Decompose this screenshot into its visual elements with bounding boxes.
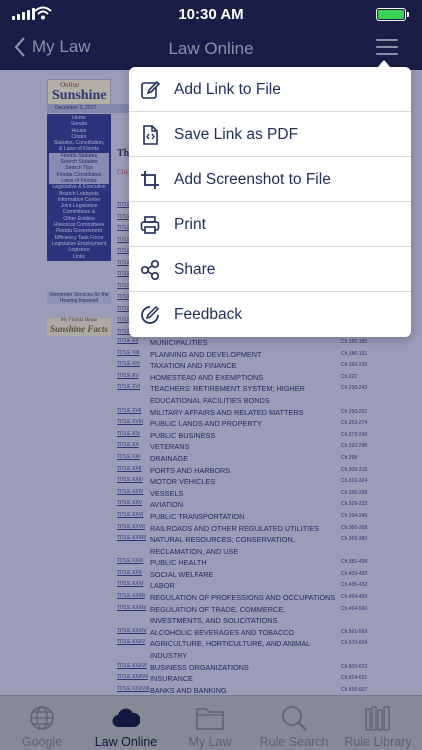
tab-label: Google Scholar <box>21 735 63 750</box>
tab-rule-search[interactable]: Rule Search <box>252 696 336 750</box>
tab-law-online[interactable]: Law Online <box>84 696 168 750</box>
menu-item-save-pdf[interactable]: Save Link as PDF <box>129 112 411 157</box>
magnifier-icon <box>282 706 307 731</box>
navigation-bar: My Law Law Online <box>0 30 422 70</box>
menu-item-add-link[interactable]: Add Link to File <box>129 67 411 112</box>
printer-icon <box>140 216 160 234</box>
menu-item-print[interactable]: Print <box>129 202 411 247</box>
globe-icon <box>30 706 54 730</box>
tab-label: Rule Search <box>259 735 329 749</box>
crop-icon <box>141 171 159 189</box>
share-icon <box>140 260 159 280</box>
tab-label: Rule Library <box>344 735 412 749</box>
menu-item-add-screenshot[interactable]: Add Screenshot to File <box>129 157 411 202</box>
menu-item-label: Add Screenshot to File <box>174 171 331 188</box>
menu-item-label: Print <box>174 216 206 233</box>
hamburger-menu-button[interactable] <box>376 39 398 57</box>
page-title: Law Online <box>168 39 254 58</box>
status-bar: 10:30 AM <box>0 0 422 30</box>
tab-bar: Google Scholar Law Online My Law Rule Se… <box>0 695 422 750</box>
menu-item-label: Add Link to File <box>174 81 281 98</box>
feedback-icon <box>141 305 160 324</box>
menu-item-share[interactable]: Share <box>129 247 411 292</box>
tab-google-scholar[interactable]: Google Scholar <box>0 696 84 750</box>
cloud-icon <box>112 708 140 728</box>
library-icon <box>365 706 390 731</box>
battery-icon <box>376 8 409 21</box>
status-time: 10:30 AM <box>178 6 244 23</box>
tab-label: My Law <box>188 735 232 749</box>
tab-my-law[interactable]: My Law <box>168 696 252 750</box>
menu-item-label: Share <box>174 261 216 278</box>
menu-item-feedback[interactable]: Feedback <box>129 292 411 337</box>
tab-label: Law Online <box>94 735 158 749</box>
edit-icon <box>141 80 160 99</box>
actions-menu: Add Link to File Save Link as PDF Add Sc… <box>129 60 411 337</box>
menu-item-label: Save Link as PDF <box>174 126 299 143</box>
folder-icon <box>196 708 224 730</box>
tab-rule-library[interactable]: Rule Library <box>336 696 420 750</box>
menu-item-label: Feedback <box>174 306 243 323</box>
pdf-file-icon <box>143 125 158 145</box>
